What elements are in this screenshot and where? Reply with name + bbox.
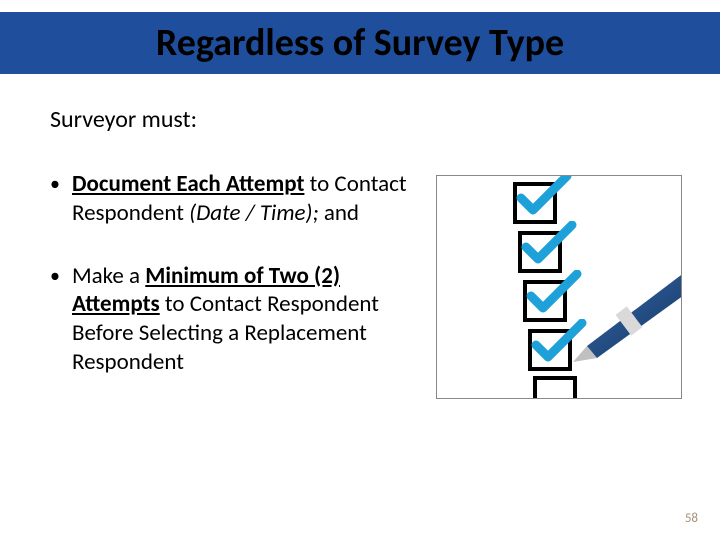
checklist-image [436, 175, 682, 399]
text-run: (Date / Time); [189, 199, 319, 227]
text-run: Make a [72, 262, 145, 290]
checkbox-icon [528, 329, 572, 371]
text-run: Document Each Attempt [72, 170, 304, 198]
checkbox-icon [523, 280, 567, 322]
bullet-text: Document Each Attempt to Contact Respond… [72, 170, 420, 228]
bullet-marker-icon: • [50, 262, 72, 377]
pen-icon [567, 246, 682, 399]
checkbox-icon [513, 182, 557, 224]
page-number: 58 [685, 511, 698, 526]
bullet-list: • Document Each Attempt to Contact Respo… [50, 170, 420, 411]
subheading: Surveyor must: [50, 105, 197, 134]
text-run: and [319, 199, 359, 227]
bullet-item: • Make a Minimum of Two (2) Attempts to … [50, 262, 420, 377]
slide: Regardless of Survey Type Surveyor must:… [0, 0, 720, 540]
slide-title: Regardless of Survey Type [0, 12, 720, 74]
bullet-text: Make a Minimum of Two (2) Attempts to Co… [72, 262, 420, 377]
bullet-marker-icon: • [50, 170, 72, 228]
checkbox-icon [518, 231, 562, 273]
bullet-item: • Document Each Attempt to Contact Respo… [50, 170, 420, 228]
